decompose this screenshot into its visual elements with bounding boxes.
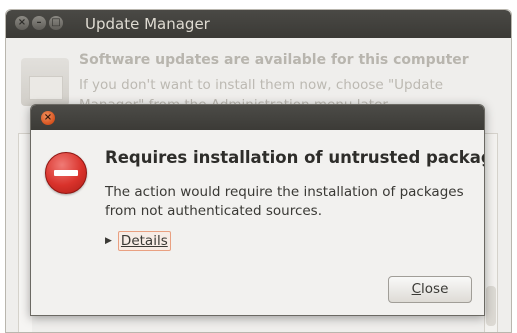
details-label[interactable]: Details (117, 231, 171, 251)
close-icon[interactable]: × (41, 111, 55, 125)
stop-icon (45, 152, 87, 194)
minimize-icon[interactable]: – (32, 16, 46, 30)
dialog-titlebar[interactable]: × (31, 105, 484, 130)
window-titlebar[interactable]: × – □ Update Manager (6, 10, 511, 38)
untrusted-packages-dialog: × Requires installation of untrusted pac… (30, 104, 485, 316)
dialog-heading: Requires installation of untrusted packa… (105, 148, 485, 167)
close-button[interactable]: Close (388, 276, 472, 303)
window-title: Update Manager (85, 15, 210, 33)
updates-heading: Software updates are available for this … (79, 52, 469, 68)
close-button-mnemonic: C (411, 281, 422, 297)
package-icon (21, 58, 69, 106)
close-icon[interactable]: × (15, 16, 29, 30)
maximize-icon[interactable]: □ (49, 16, 63, 30)
close-button-label: lose (421, 281, 449, 297)
scrollbar-thumb[interactable] (486, 286, 496, 326)
details-expander[interactable]: ▶ Details (105, 231, 171, 251)
window-controls: × – □ (15, 16, 63, 30)
dialog-message: The action would require the installatio… (105, 184, 464, 219)
stop-bar (54, 170, 78, 176)
triangle-right-icon[interactable]: ▶ (105, 236, 112, 246)
